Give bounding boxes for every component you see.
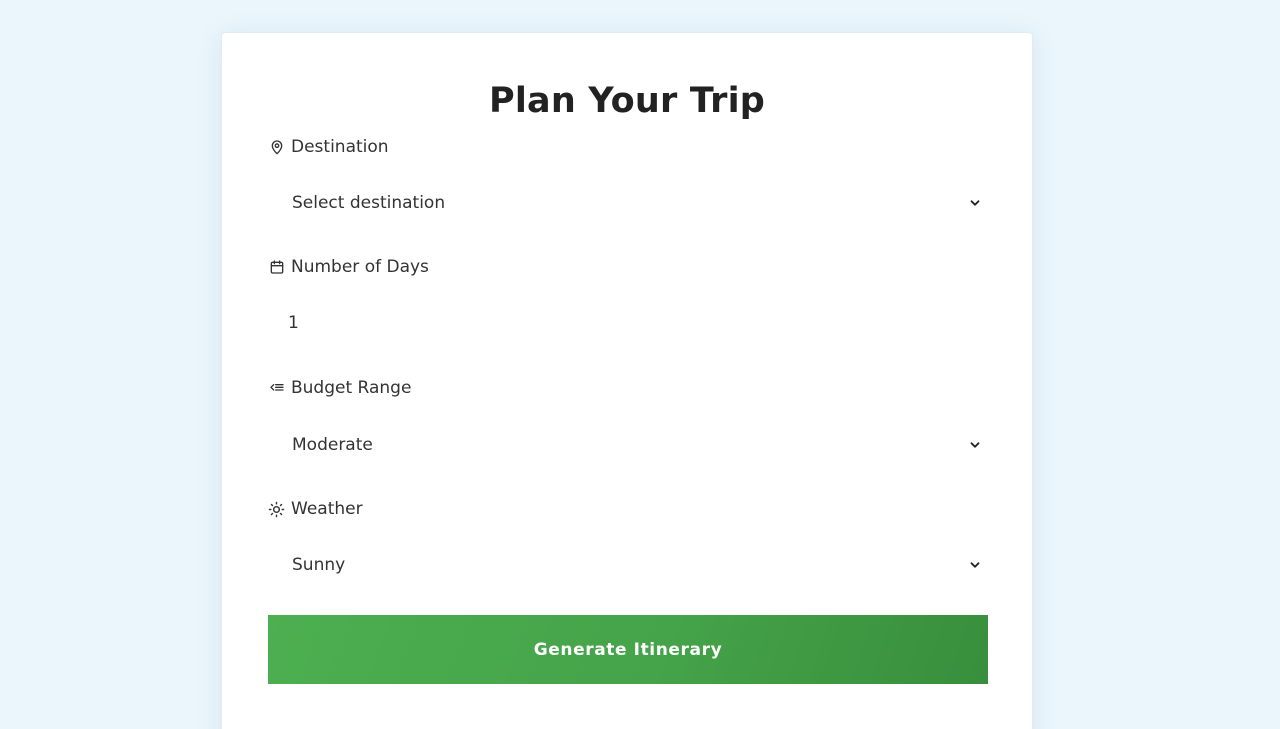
generate-itinerary-button[interactable]: Generate Itinerary <box>268 615 988 684</box>
map-pin-icon <box>268 139 285 156</box>
days-label: Number of Days <box>268 255 429 279</box>
chevron-down-icon <box>968 437 982 451</box>
budget-label: Budget Range <box>268 376 411 400</box>
days-label-text: Number of Days <box>291 257 429 277</box>
destination-label: Destination <box>268 135 389 159</box>
budget-label-text: Budget Range <box>291 378 412 398</box>
weather-select-value: Sunny <box>292 555 346 575</box>
weather-label: Weather <box>268 497 363 521</box>
calendar-icon <box>268 259 285 276</box>
sun-icon <box>268 501 285 518</box>
chevron-down-icon <box>968 557 982 571</box>
destination-select[interactable]: Select destination <box>268 183 988 223</box>
coins-icon <box>268 380 285 397</box>
budget-select-value: Moderate <box>292 435 373 455</box>
weather-label-text: Weather <box>291 499 363 519</box>
budget-select[interactable]: Moderate <box>268 425 988 465</box>
trip-planner-card: Plan Your Trip Destination Select destin… <box>221 32 1033 729</box>
days-input-value: 1 <box>288 313 299 333</box>
page-title: Plan Your Trip <box>488 81 766 121</box>
chevron-down-icon <box>968 195 982 209</box>
destination-label-text: Destination <box>291 137 389 157</box>
days-input[interactable]: 1 <box>268 303 988 343</box>
destination-select-value: Select destination <box>292 193 446 213</box>
weather-select[interactable]: Sunny <box>268 545 988 585</box>
